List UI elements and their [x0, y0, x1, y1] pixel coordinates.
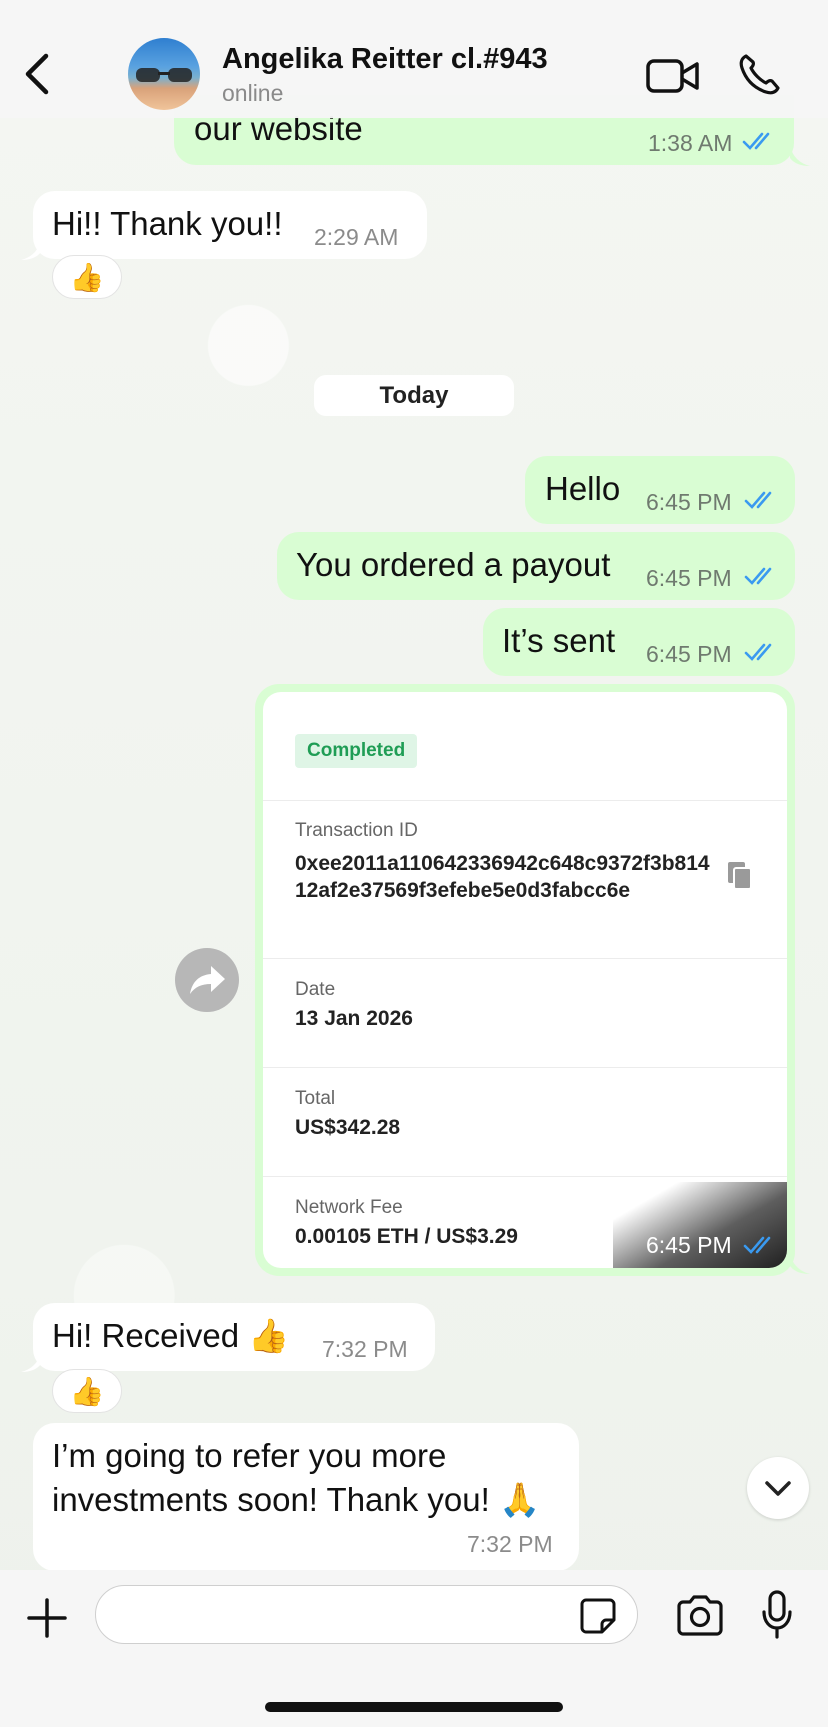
sunglasses-icon: [136, 68, 192, 82]
reaction-badge[interactable]: 👍: [52, 1369, 122, 1413]
microphone-icon[interactable]: [760, 1590, 794, 1640]
back-chevron-icon[interactable]: [22, 52, 52, 96]
phone-call-icon[interactable]: [736, 52, 782, 98]
message-bubble-outgoing[interactable]: You ordered a payout 6:45 PM: [277, 532, 795, 600]
contact-name[interactable]: Angelika Reitter cl.#943: [222, 43, 548, 76]
sticker-icon[interactable]: [578, 1596, 618, 1636]
read-receipt-icon: [744, 567, 772, 585]
message-time: 6:45 PM: [646, 565, 732, 591]
divider: [263, 800, 787, 801]
status-badge: Completed: [295, 734, 418, 768]
read-receipt-icon: [743, 1236, 771, 1254]
message-time: 7:32 PM: [322, 1336, 408, 1362]
read-receipt-icon: [744, 643, 772, 661]
transaction-id-label: Transaction ID: [295, 820, 418, 841]
total-value: US$342.28: [295, 1116, 401, 1139]
forward-arrow-icon: [190, 966, 225, 994]
message-text: It’s sent: [502, 622, 616, 659]
message-input-field[interactable]: [116, 1586, 580, 1644]
plus-icon[interactable]: [26, 1597, 68, 1639]
network-fee-value: 0.00105 ETH / US$3.29: [295, 1225, 518, 1248]
avatar[interactable]: [128, 38, 200, 110]
receipt-image-message[interactable]: Completed Transaction ID 0xee2011a110642…: [255, 684, 795, 1276]
read-receipt-icon: [744, 491, 772, 509]
scroll-to-bottom-button[interactable]: [747, 1457, 809, 1519]
message-input[interactable]: [95, 1585, 638, 1644]
date-label: Date: [295, 979, 336, 1000]
bubble-tail: [21, 1352, 41, 1372]
bubble-tail: [790, 1254, 810, 1274]
divider: [263, 1067, 787, 1068]
message-text-line: I’m going to refer you more: [52, 1437, 447, 1474]
date-value: 13 Jan 2026: [295, 1007, 413, 1030]
total-label: Total: [295, 1088, 336, 1109]
bubble-tail: [790, 146, 810, 166]
message-time: 6:45 PM: [646, 641, 732, 667]
date-separator: Today: [314, 375, 514, 416]
message-text: Hi! Received 👍: [52, 1317, 290, 1354]
message-text-line: investments soon! Thank you! 🙏: [52, 1481, 541, 1518]
message-time: 7:32 PM: [467, 1531, 553, 1557]
divider: [263, 1176, 787, 1177]
transaction-id-value: 0xee2011a110642336942c648c9372f3b81412af…: [295, 852, 710, 902]
transaction-receipt: Completed Transaction ID 0xee2011a110642…: [263, 692, 787, 1268]
message-text: Hello: [545, 470, 621, 507]
contact-status: online: [222, 80, 284, 106]
reaction-badge[interactable]: 👍: [52, 255, 122, 299]
chat-header: Angelika Reitter cl.#943 online: [0, 0, 828, 118]
message-bubble-incoming[interactable]: Hi!! Thank you!! 2:29 AM: [33, 191, 427, 259]
message-time: 1:38 AM: [648, 130, 733, 156]
video-call-icon[interactable]: [645, 56, 701, 96]
network-fee-label: Network Fee: [295, 1197, 403, 1218]
divider: [263, 958, 787, 959]
read-receipt-icon: [742, 132, 770, 150]
message-text: Hi!! Thank you!!: [52, 205, 283, 242]
message-time: 2:29 AM: [314, 224, 399, 250]
message-bubble-outgoing[interactable]: It’s sent 6:45 PM: [483, 608, 795, 676]
forward-button[interactable]: [175, 948, 239, 1012]
chevron-down-icon: [765, 1481, 791, 1496]
message-time: 6:45 PM: [646, 1232, 732, 1258]
copy-icon: [728, 862, 752, 890]
message-bubble-outgoing[interactable]: Hello 6:45 PM: [525, 456, 795, 524]
bubble-tail: [21, 240, 41, 260]
message-time: 6:45 PM: [646, 489, 732, 515]
message-bubble-incoming[interactable]: Hi! Received 👍 7:32 PM: [33, 1303, 435, 1371]
message-text: You ordered a payout: [296, 546, 611, 583]
message-bubble-incoming[interactable]: I’m going to refer you more investments …: [33, 1423, 579, 1571]
camera-icon[interactable]: [675, 1594, 725, 1636]
home-indicator: [265, 1702, 563, 1712]
